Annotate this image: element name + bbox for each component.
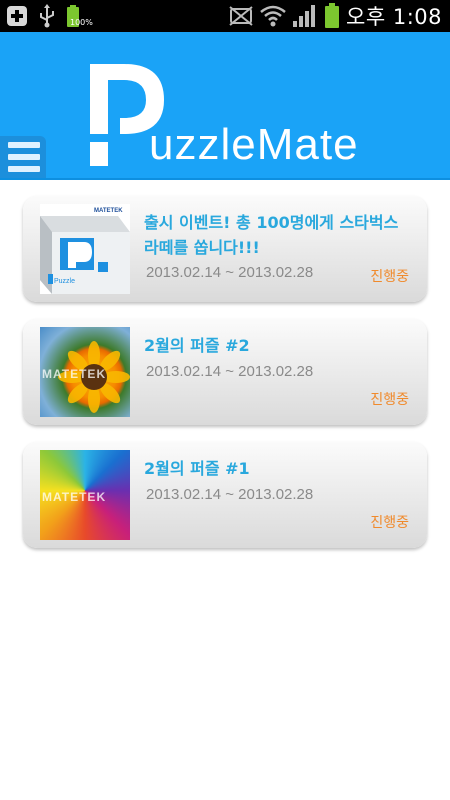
app-logo-text: uzzleMate <box>149 120 359 169</box>
event-thumbnail: MATETEK Puzzle <box>40 204 130 294</box>
event-card[interactable]: MATETEK 2월의 퍼즐 #1 2013.02.14 ~ 2013.02.2… <box>23 442 427 548</box>
hamburger-menu-icon <box>8 142 40 148</box>
event-status: 진행중 <box>370 515 409 531</box>
thumbnail-watermark: MATETEK <box>42 367 107 381</box>
event-status: 진행중 <box>370 269 409 285</box>
event-dates: 2013.02.14 ~ 2013.02.28 <box>146 363 314 380</box>
thumbnail-caption: Puzzle <box>54 278 76 285</box>
event-title: 출시 이벤트! 총 100명에게 스타벅스 라떼를 쏩니다!!! <box>144 213 399 257</box>
event-status: 진행중 <box>370 392 409 408</box>
signal-icon <box>293 5 316 27</box>
status-bar: 100% 오후 1:08 <box>0 0 450 32</box>
event-thumbnail: MATETEK <box>40 450 130 540</box>
mute-icon <box>229 6 253 26</box>
thumbnail-brand: MATETEK <box>94 208 123 214</box>
status-bar-right: 오후 1:08 <box>228 0 442 32</box>
status-bar-left <box>6 3 80 29</box>
usb-icon <box>40 4 54 28</box>
add-icon <box>7 6 27 26</box>
event-title: 2월의 퍼즐 #1 <box>144 459 250 478</box>
hamburger-menu-icon-bar <box>8 166 40 172</box>
event-dates: 2013.02.14 ~ 2013.02.28 <box>146 264 314 281</box>
event-dates: 2013.02.14 ~ 2013.02.28 <box>146 486 314 503</box>
thumbnail-watermark: MATETEK <box>42 490 107 504</box>
battery-percent-label: 100% <box>70 18 93 27</box>
menu-button[interactable] <box>0 136 46 178</box>
event-thumbnail: MATETEK <box>40 327 130 417</box>
wifi-icon <box>260 5 286 27</box>
event-card[interactable]: MATETEK Puzzle 출시 이벤트! 총 100명에게 스타벅스 라떼를… <box>23 196 427 302</box>
battery-icon <box>325 3 340 28</box>
event-title: 2월의 퍼즐 #2 <box>144 336 250 355</box>
clock-time: 오후 1:08 <box>346 5 442 29</box>
hamburger-menu-icon-bar <box>8 154 40 160</box>
event-card[interactable]: MATETEK 2월의 퍼즐 #2 2013.02.14 ~ 2013.02.2… <box>23 319 427 425</box>
